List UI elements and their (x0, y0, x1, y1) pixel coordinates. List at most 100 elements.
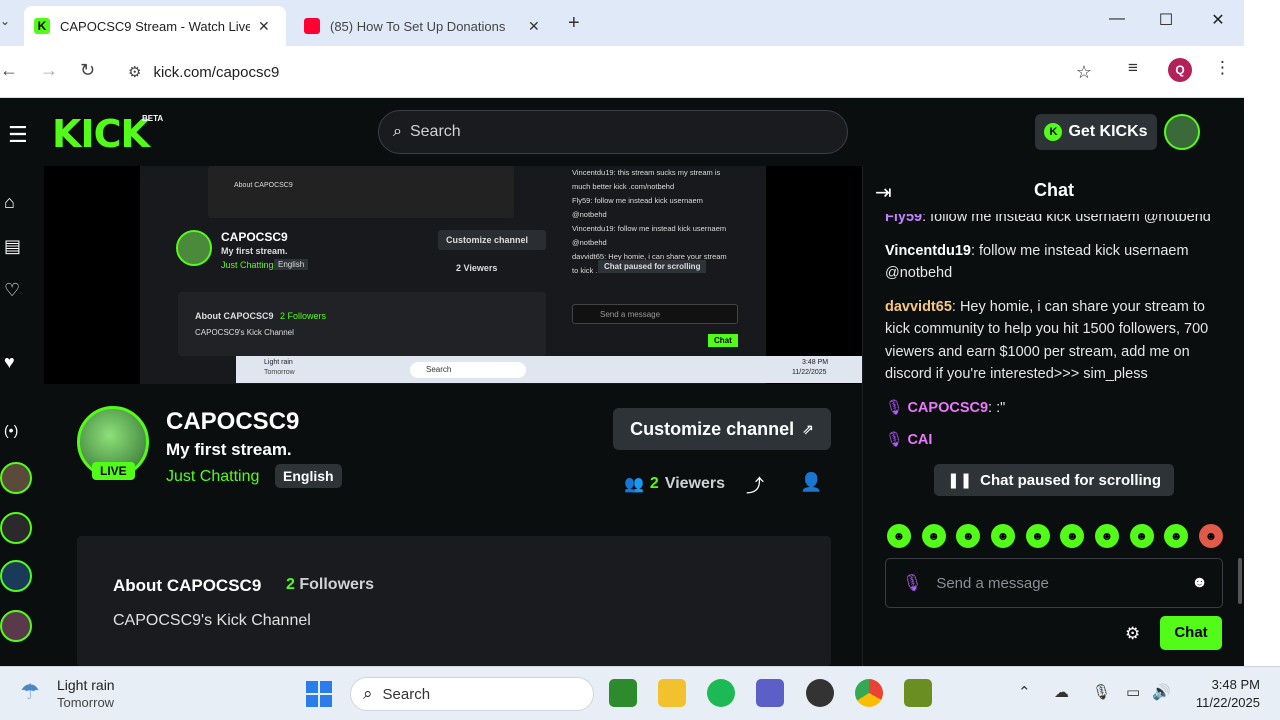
weather-rain-icon[interactable]: ☂ (20, 679, 40, 705)
live-channels-icon[interactable]: (•) (4, 422, 18, 438)
emote-icon[interactable]: ☻ (1094, 524, 1119, 548)
emote-icon[interactable]: ☻ (956, 524, 981, 548)
share-icon[interactable]: ⤴ (746, 472, 764, 498)
emote-icon[interactable]: ☻ (1198, 524, 1223, 548)
url-text: kick.com/capocsc9 (153, 63, 280, 81)
volume-icon[interactable]: 🔊 (1152, 683, 1171, 701)
network-icon[interactable]: ▭ (1126, 683, 1140, 701)
about-panel: About CAPOCSC9 2 Followers CAPOCSC9's Ki… (77, 536, 831, 666)
chat-username[interactable]: Fly59 (885, 214, 922, 225)
home-icon[interactable]: ⌂ (4, 192, 15, 213)
site-info-icon[interactable]: ⚙ (128, 63, 141, 81)
following-heart-icon[interactable]: ♡ (4, 280, 20, 301)
chat-paused-button[interactable]: ❚❚ Chat paused for scrolling (934, 464, 1174, 496)
forward-icon[interactable]: → (40, 60, 58, 81)
clock-date[interactable]: 11/22/2025 (1180, 695, 1260, 710)
followed-channel-avatar[interactable] (0, 560, 32, 592)
mini-chat-line: Vincentdu19: this stream sucks my stream… (572, 168, 721, 177)
chat-message-input[interactable]: 🎙 Send a message ☻ (885, 558, 1223, 608)
language-tag[interactable]: English (275, 464, 342, 488)
mini-about-panel (178, 292, 546, 356)
emote-icon[interactable]: ☻ (1025, 524, 1050, 548)
profile-avatar[interactable]: Q (1168, 58, 1192, 82)
reload-icon[interactable]: ↻ (80, 60, 95, 81)
followed-channel-avatar[interactable] (0, 462, 32, 494)
emoji-picker-icon[interactable]: ☻ (1191, 574, 1208, 592)
minecraft-launcher-icon[interactable] (904, 679, 932, 707)
menu-kebab-icon[interactable]: ⋮ (1214, 58, 1231, 78)
chat-username[interactable]: davvidt65 (885, 299, 952, 315)
search-input[interactable]: ⌕ Search (378, 110, 848, 154)
emote-icon[interactable]: ☻ (990, 524, 1015, 548)
windows-taskbar: ☂ Light rain Tomorrow ⌕ Search ⌃ ☁ 🎙 ▭ 🔊… (0, 666, 1280, 720)
close-tab-icon[interactable]: ✕ (258, 18, 270, 35)
emote-icon[interactable]: ☻ (921, 524, 946, 548)
hamburger-menu-icon[interactable]: ☰ (8, 122, 28, 148)
emote-icon[interactable]: ☻ (887, 524, 911, 548)
file-explorer-icon[interactable] (658, 679, 686, 707)
chat-placeholder: Send a message (936, 574, 1049, 592)
kick-page: ☰ KICK BETA ⌕ Search K Get KICKs ⌂ ▤ ♡ ♥… (0, 98, 1244, 666)
tab-kick[interactable]: K CAPOCSC9 Stream - Watch Live ✕ (24, 6, 286, 46)
taskbar-search[interactable]: ⌕ Search (350, 677, 594, 711)
follow-user-icon[interactable]: 👤 (800, 472, 822, 493)
windows-start-icon[interactable] (306, 681, 332, 707)
maximize-icon[interactable]: ☐ (1143, 10, 1189, 30)
chat-username[interactable]: CAI (907, 432, 932, 448)
channel-name[interactable]: CAPOCSC9 (166, 408, 299, 436)
send-chat-button[interactable]: Chat (1160, 616, 1222, 650)
obs-icon[interactable] (806, 679, 834, 707)
browser-toolbar: ← → ↻ ⚙ kick.com/capocsc9 ☆ ≡ Q ⋮ (0, 46, 1244, 98)
media-controls-icon[interactable]: ≡ (1128, 58, 1138, 78)
chrome-icon[interactable] (855, 679, 883, 707)
mini-avatar (176, 230, 212, 266)
chat-messages[interactable]: Fly59: follow me instead kick usernaem @… (885, 214, 1219, 504)
chat-username[interactable]: CAPOCSC9 (907, 400, 988, 416)
close-window-icon[interactable]: ✕ (1195, 10, 1241, 30)
mini-date: 11/22/2025 (792, 369, 827, 376)
external-link-icon: ⇗ (802, 420, 814, 437)
weather-label[interactable]: Light rain (57, 677, 115, 693)
mini-chat-line: Fly59: follow me instead kick usernaem (572, 196, 703, 205)
emote-icon[interactable]: ☻ (1164, 524, 1189, 548)
chat-username[interactable]: Vincentdu19 (885, 243, 971, 259)
bookmark-star-icon[interactable]: ☆ (1076, 62, 1092, 83)
close-tab-icon[interactable]: ✕ (528, 18, 540, 35)
tab-youtube[interactable]: (85) How To Set Up Donations ✕ (294, 6, 556, 46)
video-player[interactable]: About CAPOCSC9 CAPOCSC9 My first stream.… (44, 166, 862, 384)
teams-icon[interactable] (756, 679, 784, 707)
favorites-heart-icon[interactable]: ♥ (4, 352, 15, 373)
show-hidden-icons-icon[interactable]: ⌃ (1018, 683, 1031, 701)
mini-about-title: About CAPOCSC9 (195, 311, 274, 321)
minecraft-app-icon[interactable] (609, 679, 637, 707)
user-avatar[interactable] (1164, 114, 1200, 150)
page-scrollbar[interactable] (1238, 558, 1242, 604)
get-kicks-button[interactable]: K Get KICKs (1035, 114, 1157, 150)
customize-channel-button[interactable]: Customize channel ⇗ (613, 408, 831, 450)
chat-settings-gear-icon[interactable]: ⚙ (1125, 624, 1140, 644)
kick-logo[interactable]: KICK (52, 112, 150, 156)
category-link[interactable]: Just Chatting (166, 468, 259, 486)
address-bar[interactable]: ⚙ kick.com/capocsc9 ☆ (118, 54, 1108, 90)
followers-count: 2 Followers (286, 576, 374, 594)
emote-icon[interactable]: ☻ (1129, 524, 1154, 548)
microphone-icon[interactable]: 🎙 (1092, 683, 1111, 701)
mini-followers: 2 Followers (280, 311, 327, 321)
minimize-icon[interactable]: — (1094, 10, 1140, 28)
stream-title: My first stream. (166, 440, 292, 459)
onedrive-cloud-icon[interactable]: ☁ (1054, 683, 1069, 701)
spotify-icon[interactable] (707, 679, 735, 707)
emote-icon[interactable]: ☻ (1060, 524, 1085, 548)
back-icon[interactable]: ← (0, 60, 18, 81)
top-nav: ☰ KICK BETA ⌕ Search K Get KICKs (0, 98, 1244, 166)
tab-search-chevron-icon[interactable]: ⌄ (0, 14, 10, 28)
clock-time[interactable]: 3:48 PM (1190, 677, 1260, 692)
about-description: CAPOCSC9's Kick Channel (113, 612, 311, 629)
mini-lang: English (274, 259, 309, 270)
browse-icon[interactable]: ▤ (4, 236, 21, 257)
followed-channel-avatar[interactable] (0, 610, 32, 642)
new-tab-button[interactable]: + (568, 12, 580, 35)
about-title: About CAPOCSC9 (113, 576, 262, 595)
search-placeholder: Search (409, 123, 461, 140)
followed-channel-avatar[interactable] (0, 512, 32, 544)
